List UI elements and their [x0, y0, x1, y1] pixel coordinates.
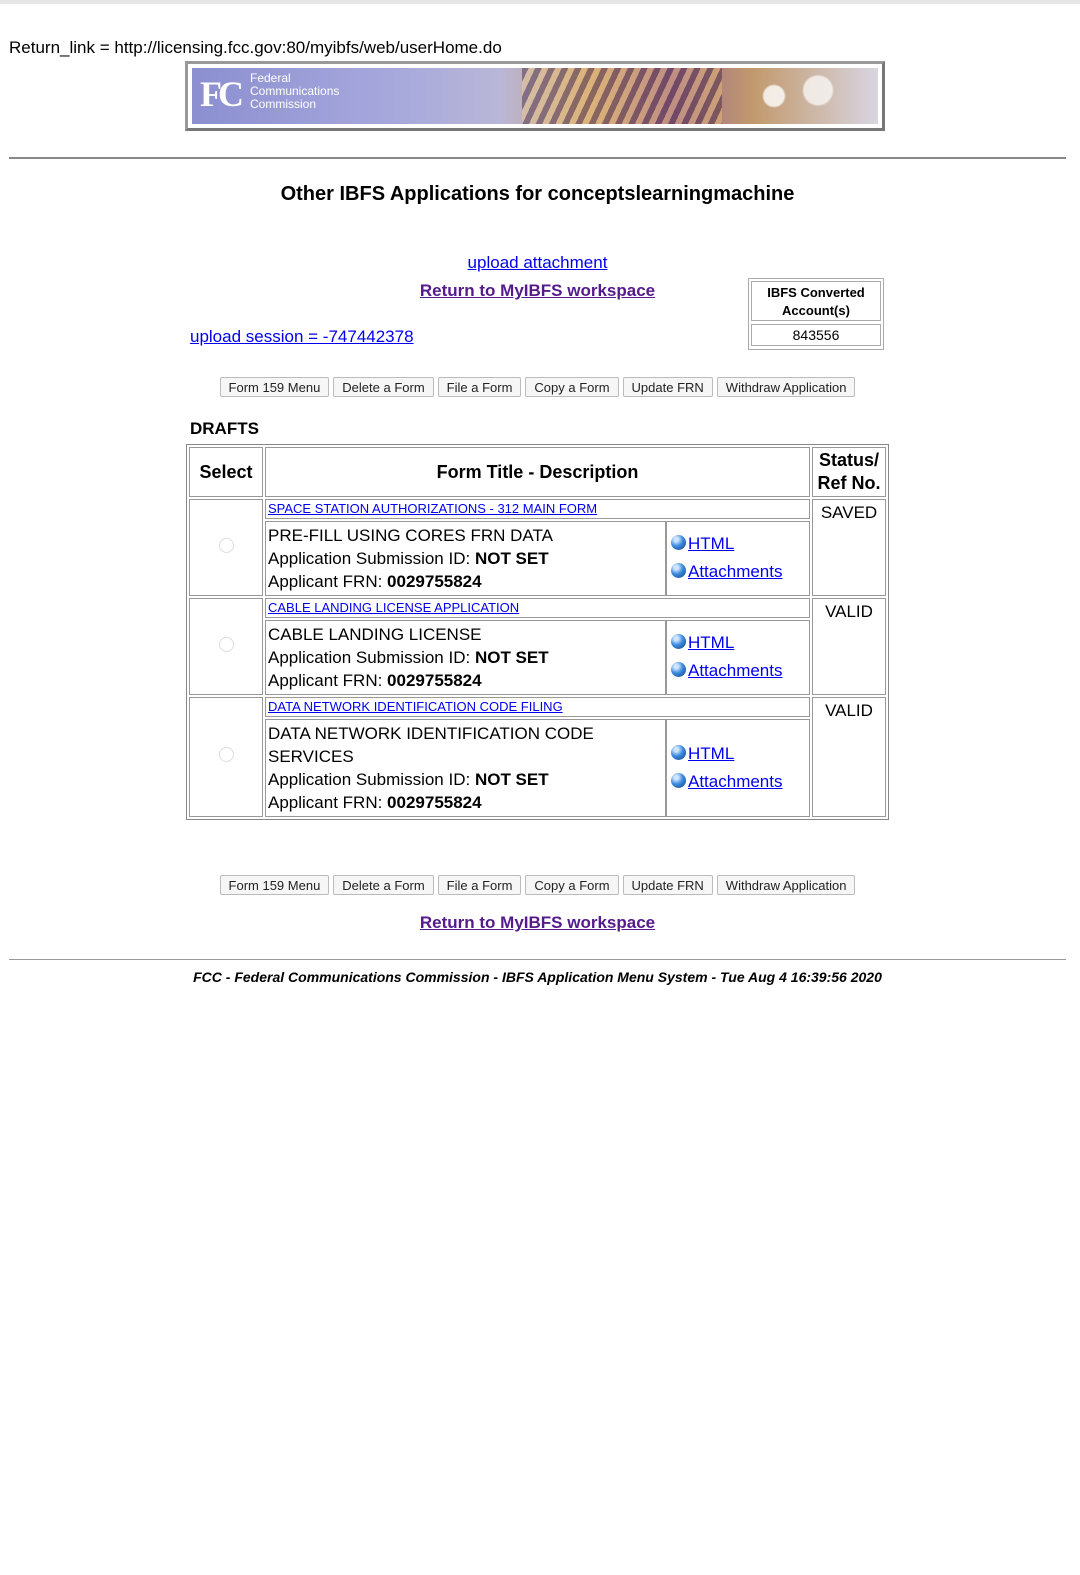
- top-rule: [0, 0, 1080, 4]
- form-title-cell: CABLE LANDING LICENSE APPLICATION: [265, 598, 810, 618]
- attachments-link[interactable]: Attachments: [688, 661, 783, 680]
- html-link[interactable]: HTML: [688, 534, 734, 553]
- select-radio-row-1[interactable]: [218, 537, 234, 553]
- form-description: CABLE LANDING LICENSE Application Submis…: [265, 620, 666, 695]
- form-title-link[interactable]: DATA NETWORK IDENTIFICATION CODE FILING: [268, 699, 563, 714]
- form-159-menu-button[interactable]: Form 159 Menu: [219, 875, 330, 895]
- submission-id-value: NOT SET: [474, 770, 549, 789]
- action-buttons-top: Form 159 Menu Delete a Form File a Form …: [0, 377, 1075, 397]
- select-radio-row-3[interactable]: [218, 747, 234, 762]
- globe-icon: [671, 662, 686, 677]
- submission-id-value: NOT SET: [474, 549, 549, 568]
- return-workspace-link-top[interactable]: Return to MyIBFS workspace: [420, 281, 655, 300]
- upload-session-link[interactable]: upload session = -747442378: [190, 327, 414, 346]
- return-link-text: Return_link = http://licensing.fcc.gov:8…: [9, 38, 502, 57]
- description-text: CABLE LANDING LICENSE: [268, 625, 482, 644]
- table-row-detail: DATA NETWORK IDENTIFICATION CODE SERVICE…: [189, 719, 886, 817]
- form-title-link[interactable]: SPACE STATION AUTHORIZATIONS - 312 MAIN …: [268, 501, 597, 516]
- globe-icon: [671, 535, 686, 550]
- description-text: DATA NETWORK IDENTIFICATION CODE SERVICE…: [268, 724, 594, 766]
- table-row-detail: PRE-FILL USING CORES FRN DATA Applicatio…: [189, 521, 886, 596]
- select-radio-row-2[interactable]: [218, 636, 234, 652]
- globe-icon: [671, 745, 686, 760]
- drafts-heading: DRAFTS: [190, 419, 259, 438]
- withdraw-application-button[interactable]: Withdraw Application: [716, 875, 856, 895]
- description-text: PRE-FILL USING CORES FRN DATA: [268, 526, 553, 545]
- copy-form-button[interactable]: Copy a Form: [525, 377, 619, 397]
- form-159-menu-button[interactable]: Form 159 Menu: [219, 377, 330, 397]
- delete-form-button[interactable]: Delete a Form: [333, 377, 434, 397]
- return-workspace-link-bottom[interactable]: Return to MyIBFS workspace: [420, 913, 655, 932]
- form-title-cell: DATA NETWORK IDENTIFICATION CODE FILING: [265, 697, 810, 717]
- converted-accounts-header: IBFS Converted Account(s): [751, 281, 881, 321]
- form-description: DATA NETWORK IDENTIFICATION CODE SERVICE…: [265, 719, 666, 817]
- globe-icon: [671, 634, 686, 649]
- form-links-cell: HTML Attachments: [666, 521, 810, 596]
- upload-attachment-link[interactable]: upload attachment: [468, 253, 608, 272]
- status-cell: VALID: [812, 598, 886, 695]
- fcc-banner: FC Federal Communications Commission: [185, 61, 885, 131]
- frn-value: 0029755824: [387, 572, 482, 591]
- frn-value: 0029755824: [387, 793, 482, 812]
- update-frn-button[interactable]: Update FRN: [622, 875, 713, 895]
- status-cell: SAVED: [812, 499, 886, 596]
- form-links-cell: HTML Attachments: [666, 620, 810, 695]
- select-cell: [189, 499, 263, 596]
- globe-icon: [671, 563, 686, 578]
- column-header-title: Form Title - Description: [265, 447, 810, 497]
- submission-id-value: NOT SET: [474, 648, 549, 667]
- action-buttons-bottom: Form 159 Menu Delete a Form File a Form …: [0, 875, 1075, 895]
- table-row-detail: CABLE LANDING LICENSE Application Submis…: [189, 620, 886, 695]
- select-cell: [189, 598, 263, 695]
- table-row: SPACE STATION AUTHORIZATIONS - 312 MAIN …: [189, 499, 886, 596]
- form-links-cell: HTML Attachments: [666, 719, 810, 817]
- column-header-select: Select: [189, 447, 263, 497]
- divider-top: [9, 157, 1066, 159]
- select-cell: [189, 697, 263, 817]
- update-frn-button[interactable]: Update FRN: [622, 377, 713, 397]
- form-title-cell: SPACE STATION AUTHORIZATIONS - 312 MAIN …: [265, 499, 810, 519]
- form-title-link[interactable]: CABLE LANDING LICENSE APPLICATION: [268, 600, 519, 615]
- attachments-link[interactable]: Attachments: [688, 562, 783, 581]
- file-form-button[interactable]: File a Form: [437, 875, 522, 895]
- withdraw-application-button[interactable]: Withdraw Application: [716, 377, 856, 397]
- html-link[interactable]: HTML: [688, 633, 734, 652]
- html-link[interactable]: HTML: [688, 744, 734, 763]
- table-row: DATA NETWORK IDENTIFICATION CODE FILING …: [189, 697, 886, 817]
- copy-form-button[interactable]: Copy a Form: [525, 875, 619, 895]
- page-title: Other IBFS Applications for conceptslear…: [280, 183, 795, 205]
- attachments-link[interactable]: Attachments: [688, 772, 783, 791]
- drafts-table: Select Form Title - Description Status/ …: [186, 444, 889, 820]
- form-description: PRE-FILL USING CORES FRN DATA Applicatio…: [265, 521, 666, 596]
- footer-text: FCC - Federal Communications Commission …: [193, 969, 882, 985]
- banner-agency-name: Federal Communications Commission: [250, 72, 339, 111]
- converted-accounts-box: IBFS Converted Account(s) 843556: [748, 278, 884, 350]
- file-form-button[interactable]: File a Form: [437, 377, 522, 397]
- delete-form-button[interactable]: Delete a Form: [333, 875, 434, 895]
- banner-line-3: Commission: [250, 97, 317, 111]
- table-row: CABLE LANDING LICENSE APPLICATION VALID: [189, 598, 886, 695]
- status-cell: VALID: [812, 697, 886, 817]
- frn-value: 0029755824: [387, 671, 482, 690]
- converted-account-value: 843556: [751, 324, 881, 346]
- banner-image: FC Federal Communications Commission: [192, 68, 878, 124]
- fcc-logo: FC: [200, 74, 244, 114]
- divider-bottom: [9, 959, 1066, 960]
- column-header-status: Status/ Ref No.: [812, 447, 886, 497]
- globe-icon: [671, 773, 686, 788]
- table-header-row: Select Form Title - Description Status/ …: [189, 447, 886, 497]
